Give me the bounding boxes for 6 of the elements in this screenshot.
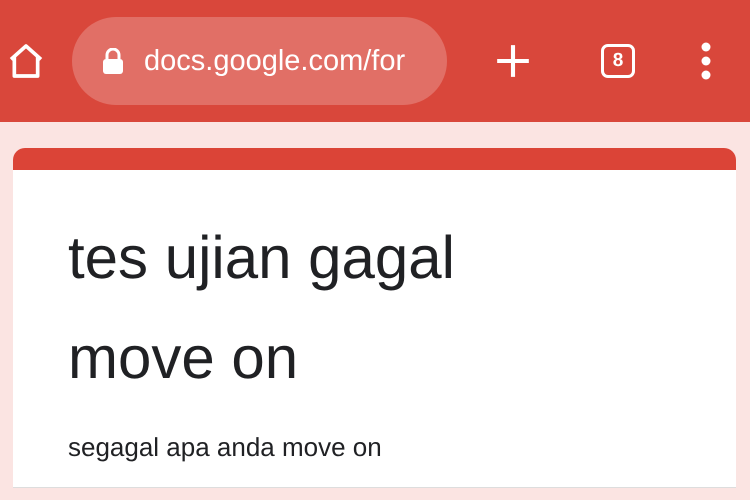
tab-count-button[interactable]: 8 bbox=[601, 44, 635, 78]
lock-icon bbox=[102, 48, 124, 74]
form-title: tes ujian gagal move on bbox=[68, 223, 456, 393]
url-text: docs.google.com/for bbox=[144, 44, 406, 78]
form-description: segagal apa anda move on bbox=[68, 432, 383, 463]
address-bar[interactable]: docs.google.com/for bbox=[72, 17, 447, 105]
